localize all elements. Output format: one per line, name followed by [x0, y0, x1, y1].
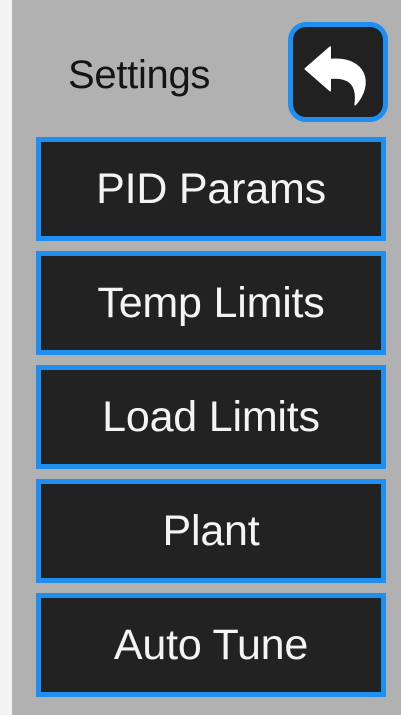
left-margin-strip [0, 0, 12, 715]
settings-screen: Settings PID Params Temp Limits Load Lim… [12, 0, 401, 715]
auto-tune-label: Auto Tune [113, 620, 309, 669]
temp-limits-label: Temp Limits [97, 278, 325, 327]
pid-params-label: PID Params [96, 164, 326, 213]
plant-button[interactable]: Plant [36, 479, 386, 583]
load-limits-button[interactable]: Load Limits [36, 365, 386, 469]
auto-tune-button[interactable]: Auto Tune [36, 593, 386, 697]
header: Settings [12, 0, 401, 134]
load-limits-label: Load Limits [102, 392, 320, 441]
temp-limits-button[interactable]: Temp Limits [36, 251, 386, 355]
back-button[interactable] [288, 22, 388, 122]
pid-params-button[interactable]: PID Params [36, 137, 386, 241]
return-arrow-icon [304, 46, 366, 106]
plant-label: Plant [162, 506, 260, 555]
page-title: Settings [68, 53, 211, 97]
